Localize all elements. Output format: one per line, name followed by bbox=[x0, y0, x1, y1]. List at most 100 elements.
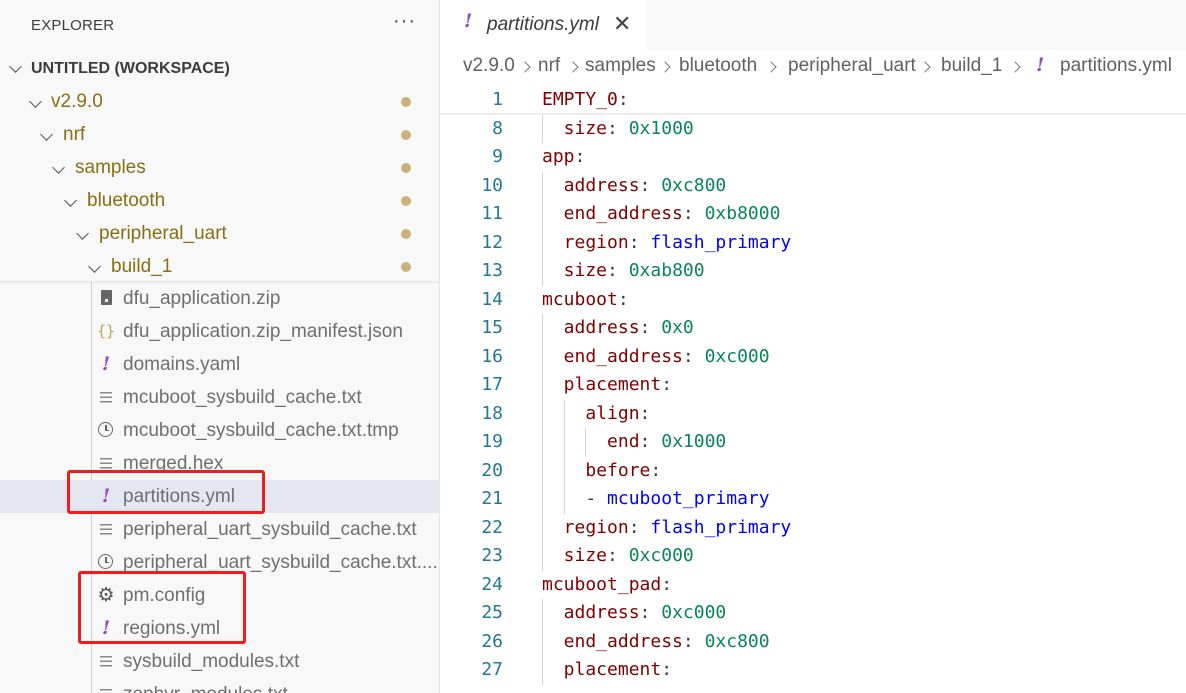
folder-nrf[interactable]: nrf bbox=[0, 118, 439, 151]
yaml-punctuation: : bbox=[661, 573, 673, 595]
file-sysbuild-modules-txt[interactable]: sysbuild_modules.txt bbox=[0, 645, 439, 678]
editor-tab-bar: ! partitions.yml ✕ bbox=[440, 0, 1186, 51]
line-number: 1 bbox=[492, 89, 503, 110]
yaml-value: 0xc000 bbox=[628, 545, 694, 566]
code-line[interactable]: 8 size: 0x1000 bbox=[440, 114, 1186, 144]
yaml-file-icon: ! bbox=[101, 353, 111, 375]
breadcrumb-item[interactable]: bluetooth bbox=[679, 55, 757, 77]
line-number: 14 bbox=[481, 288, 503, 310]
code-line[interactable]: 18 align: bbox=[440, 399, 1186, 428]
yaml-punctuation: : bbox=[617, 288, 629, 310]
yaml-punctuation: : bbox=[661, 659, 673, 680]
indent-guide bbox=[563, 399, 565, 428]
folder-samples[interactable]: samples bbox=[0, 151, 439, 184]
file-dfu-manifest-json[interactable]: {} dfu_application.zip_manifest.json bbox=[0, 315, 439, 348]
breadcrumb-item[interactable]: peripheral_uart bbox=[788, 55, 916, 77]
folder-v2-9-0[interactable]: v2.9.0 bbox=[0, 85, 439, 118]
close-icon[interactable]: ✕ bbox=[613, 11, 631, 37]
tab-label: partitions.yml bbox=[487, 14, 599, 35]
yaml-key: app bbox=[542, 146, 575, 167]
file-dfu-application-zip[interactable]: dfu_application.zip bbox=[0, 282, 439, 315]
modified-dot-icon bbox=[401, 97, 411, 107]
yaml-value: 0xc000 bbox=[704, 345, 770, 367]
folder-build-1[interactable]: build_1 bbox=[0, 250, 439, 283]
indent-guide bbox=[542, 456, 543, 485]
code-content: address: 0x0 bbox=[564, 314, 694, 343]
breadcrumb: v2.9.0 nrf samples bluetooth peripheral_… bbox=[463, 54, 1186, 83]
breadcrumb-item[interactable]: samples bbox=[585, 55, 656, 77]
code-content: size: 0xc000 bbox=[564, 542, 694, 571]
code-content: mcuboot_pad: bbox=[542, 571, 672, 600]
folder-label: build_1 bbox=[111, 256, 173, 277]
code-line[interactable]: 26 end_address: 0xc800 bbox=[440, 627, 1186, 657]
file-zephyr-modules-txt[interactable]: zephyr_modules.txt bbox=[0, 678, 439, 693]
code-content: end_address: 0xc800 bbox=[564, 628, 770, 657]
yaml-key: EMPTY_0 bbox=[542, 89, 618, 110]
file-domains-yaml[interactable]: ! domains.yaml bbox=[0, 348, 439, 381]
code-line[interactable]: 19 end: 0x1000 bbox=[440, 428, 1186, 457]
line-number: 24 bbox=[481, 573, 503, 595]
code-line[interactable]: 13 size: 0xab800 bbox=[440, 257, 1186, 286]
code-editor[interactable]: 1 EMPTY_0: 8 size: 0x1000 9 app: 10 address: 0x… bbox=[440, 86, 1186, 693]
code-line[interactable]: 10 address: 0xc800 bbox=[440, 171, 1186, 200]
indent-guide bbox=[542, 513, 543, 542]
line-number: 22 bbox=[481, 516, 503, 538]
line-number: 25 bbox=[481, 602, 503, 623]
more-actions-icon[interactable]: ··· bbox=[393, 10, 416, 33]
code-line[interactable]: 20 before: bbox=[440, 456, 1186, 485]
yaml-value: mcuboot_primary bbox=[607, 488, 770, 509]
yaml-key: address bbox=[563, 174, 640, 196]
folder-bluetooth[interactable]: bluetooth bbox=[0, 184, 439, 217]
yaml-punctuation: : bbox=[607, 260, 629, 281]
file-label: dfu_application.zip_manifest.json bbox=[123, 321, 403, 342]
code-line[interactable]: 24 mcuboot_pad: bbox=[440, 571, 1186, 600]
indent-guide bbox=[542, 228, 543, 257]
yaml-key: region bbox=[563, 516, 629, 538]
folder-peripheral-uart[interactable]: peripheral_uart bbox=[0, 217, 439, 250]
code-line[interactable]: 21 - mcuboot_primary bbox=[440, 485, 1186, 514]
workspace-root[interactable]: UNTITLED (WORKSPACE) bbox=[0, 52, 439, 85]
breadcrumb-item[interactable]: v2.9.0 bbox=[463, 55, 515, 77]
file-mcuboot-cache-tmp[interactable]: mcuboot_sysbuild_cache.txt.tmp bbox=[0, 414, 439, 447]
code-line[interactable]: 9 app: bbox=[440, 143, 1186, 172]
code-line[interactable]: 15 address: 0x0 bbox=[440, 314, 1186, 343]
code-content: size: 0x1000 bbox=[564, 115, 694, 144]
code-line[interactable]: 12 region: flash_primary bbox=[440, 228, 1186, 257]
code-line[interactable]: 11 end_address: 0xb8000 bbox=[440, 200, 1186, 229]
code-content: size: 0xab800 bbox=[564, 257, 705, 286]
line-number: 13 bbox=[481, 260, 503, 281]
line-number: 17 bbox=[481, 374, 503, 395]
indent-guide bbox=[563, 456, 565, 485]
code-line[interactable]: 17 placement: bbox=[440, 371, 1186, 400]
line-number: 16 bbox=[481, 345, 503, 367]
explorer-header: EXPLORER ··· bbox=[0, 0, 439, 52]
indent-guide bbox=[542, 428, 543, 457]
file-label: sysbuild_modules.txt bbox=[123, 651, 300, 672]
yaml-key: end_address bbox=[563, 345, 683, 367]
indent-guide bbox=[563, 485, 565, 514]
breadcrumb-item[interactable]: partitions.yml bbox=[1060, 55, 1172, 77]
file-peripheral-uart-cache-txt[interactable]: peripheral_uart_sysbuild_cache.txt bbox=[0, 513, 439, 546]
code-line[interactable]: 25 address: 0xc000 bbox=[440, 599, 1186, 628]
indent-guide bbox=[542, 485, 543, 514]
code-line[interactable]: 23 size: 0xc000 bbox=[440, 542, 1186, 571]
yaml-punctuation: : bbox=[607, 545, 629, 566]
indent-guide bbox=[542, 599, 543, 628]
file-mcuboot-cache-txt[interactable]: mcuboot_sysbuild_cache.txt bbox=[0, 381, 439, 414]
code-line[interactable]: 27 placement: bbox=[440, 656, 1186, 685]
breadcrumb-item[interactable]: build_1 bbox=[941, 55, 1002, 77]
explorer-sidebar: EXPLORER ··· UNTITLED (WORKSPACE) v2.9.0… bbox=[0, 0, 439, 693]
yaml-key: size bbox=[563, 117, 608, 139]
tab-partitions-yml[interactable]: ! partitions.yml ✕ bbox=[440, 0, 646, 51]
modified-dot-icon bbox=[401, 196, 411, 206]
code-line[interactable]: 16 end_address: 0xc000 bbox=[440, 342, 1186, 371]
code-line[interactable]: 14 mcuboot: bbox=[440, 286, 1186, 315]
yaml-key: align bbox=[585, 402, 640, 424]
line-number: 9 bbox=[492, 146, 503, 167]
code-line[interactable]: 22 region: flash_primary bbox=[440, 513, 1186, 542]
breadcrumb-item[interactable]: nrf bbox=[538, 55, 560, 77]
indent-guide bbox=[542, 114, 543, 143]
code-content: - mcuboot_primary bbox=[585, 485, 769, 514]
yaml-punctuation: : bbox=[639, 602, 662, 623]
code-line[interactable]: 1 EMPTY_0: bbox=[440, 86, 1186, 115]
